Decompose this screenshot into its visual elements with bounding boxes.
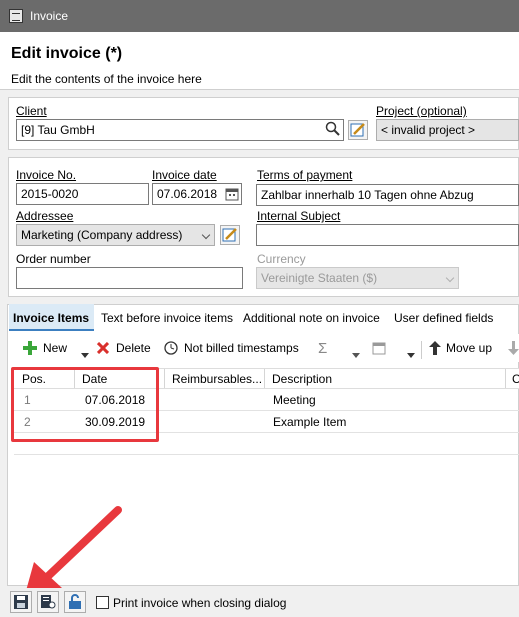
order-number-label: Order number — [16, 252, 91, 266]
edit-icon — [350, 123, 365, 137]
invoice-date-value: 07.06.2018 — [157, 187, 218, 201]
tab-text-before[interactable]: Text before invoice items — [97, 304, 237, 331]
print-preview-button[interactable] — [37, 591, 59, 613]
column-reimbursables[interactable]: Reimbursables... — [172, 372, 262, 386]
edit-icon — [222, 228, 237, 242]
calendar-icon[interactable] — [372, 341, 386, 358]
internal-subject-label: Internal Subject — [257, 209, 341, 223]
row-description: Example Item — [273, 415, 347, 429]
sum-icon[interactable]: Σ — [318, 340, 327, 357]
addressee-value: Marketing (Company address) — [21, 228, 183, 242]
currency-value: Vereinigte Staaten ($) — [261, 271, 378, 285]
addressee-label: Addressee — [16, 209, 74, 223]
window-title: Invoice — [30, 9, 69, 23]
chevron-down-icon — [201, 230, 211, 240]
row-description: Meeting — [273, 393, 316, 407]
highlight-box — [11, 367, 159, 442]
page-title: Edit invoice (*) — [11, 45, 123, 62]
plus-icon — [23, 341, 37, 355]
toolbar-divider — [421, 341, 422, 359]
tab-user-defined[interactable]: User defined fields — [390, 304, 497, 331]
chevron-down-icon — [445, 273, 455, 283]
not-billed-label: Not billed timestamps — [184, 341, 299, 355]
delete-x-icon — [97, 342, 109, 354]
invoice-no-label: Invoice No. — [16, 168, 77, 182]
annotation-arrow-icon — [24, 506, 122, 598]
currency-label: Currency — [257, 252, 306, 266]
print-on-close-checkbox[interactable] — [96, 596, 109, 609]
invoice-date-label: Invoice date — [152, 168, 217, 182]
move-up-label: Move up — [446, 341, 493, 355]
arrow-down-icon[interactable] — [508, 341, 519, 358]
dialog-header: Edit invoice (*) Edit the contents of th… — [0, 32, 519, 90]
addressee-dropdown[interactable]: Marketing (Company address) — [16, 224, 215, 246]
unlock-icon — [69, 594, 81, 609]
invoice-app-icon — [9, 9, 23, 23]
save-button[interactable] — [10, 591, 32, 613]
client-field[interactable]: [9] Tau GmbH — [16, 119, 344, 141]
clock-icon — [164, 341, 178, 355]
new-button-label: New — [43, 341, 68, 355]
page-subtitle: Edit the contents of the invoice here — [11, 72, 202, 86]
print-on-close-label[interactable]: Print invoice when closing dialog — [113, 596, 286, 610]
print-icon — [41, 595, 56, 609]
calendar-icon[interactable] — [225, 187, 239, 204]
tab-additional-note[interactable]: Additional note on invoice — [239, 304, 384, 331]
project-label: Project (optional) — [376, 104, 467, 118]
column-separator[interactable] — [505, 369, 506, 388]
delete-button-label: Delete — [116, 341, 151, 355]
search-icon[interactable] — [325, 121, 341, 140]
order-number-field[interactable] — [16, 267, 243, 289]
project-dropdown[interactable]: < invalid project > — [376, 119, 519, 141]
terms-field[interactable]: Zahlbar innerhalb 10 Tagen ohne Abzug — [256, 184, 519, 206]
save-icon — [14, 595, 28, 609]
sum-dropdown-chevron-icon[interactable] — [352, 347, 360, 361]
column-separator[interactable] — [164, 369, 165, 388]
client-label: Client — [16, 104, 47, 118]
project-value: < invalid project > — [381, 123, 476, 137]
tab-invoice-items[interactable]: Invoice Items — [9, 304, 94, 331]
unlock-button[interactable] — [64, 591, 86, 613]
window-titlebar: Invoice — [0, 0, 519, 32]
calendar-dropdown-chevron-icon[interactable] — [407, 347, 415, 361]
invoice-no-field[interactable]: 2015-0020 — [16, 183, 149, 205]
column-description[interactable]: Description — [272, 372, 332, 386]
column-c[interactable]: C — [512, 372, 519, 386]
new-dropdown-chevron-icon[interactable] — [81, 347, 89, 361]
terms-label: Terms of payment — [257, 168, 353, 182]
invoice-date-field[interactable]: 07.06.2018 — [152, 183, 242, 205]
edit-client-button[interactable] — [348, 120, 368, 140]
currency-dropdown[interactable]: Vereinigte Staaten ($) — [256, 267, 459, 289]
column-separator[interactable] — [264, 369, 265, 388]
arrow-up-icon — [429, 341, 441, 355]
edit-addressee-button[interactable] — [220, 225, 240, 245]
internal-subject-field[interactable] — [256, 224, 519, 246]
